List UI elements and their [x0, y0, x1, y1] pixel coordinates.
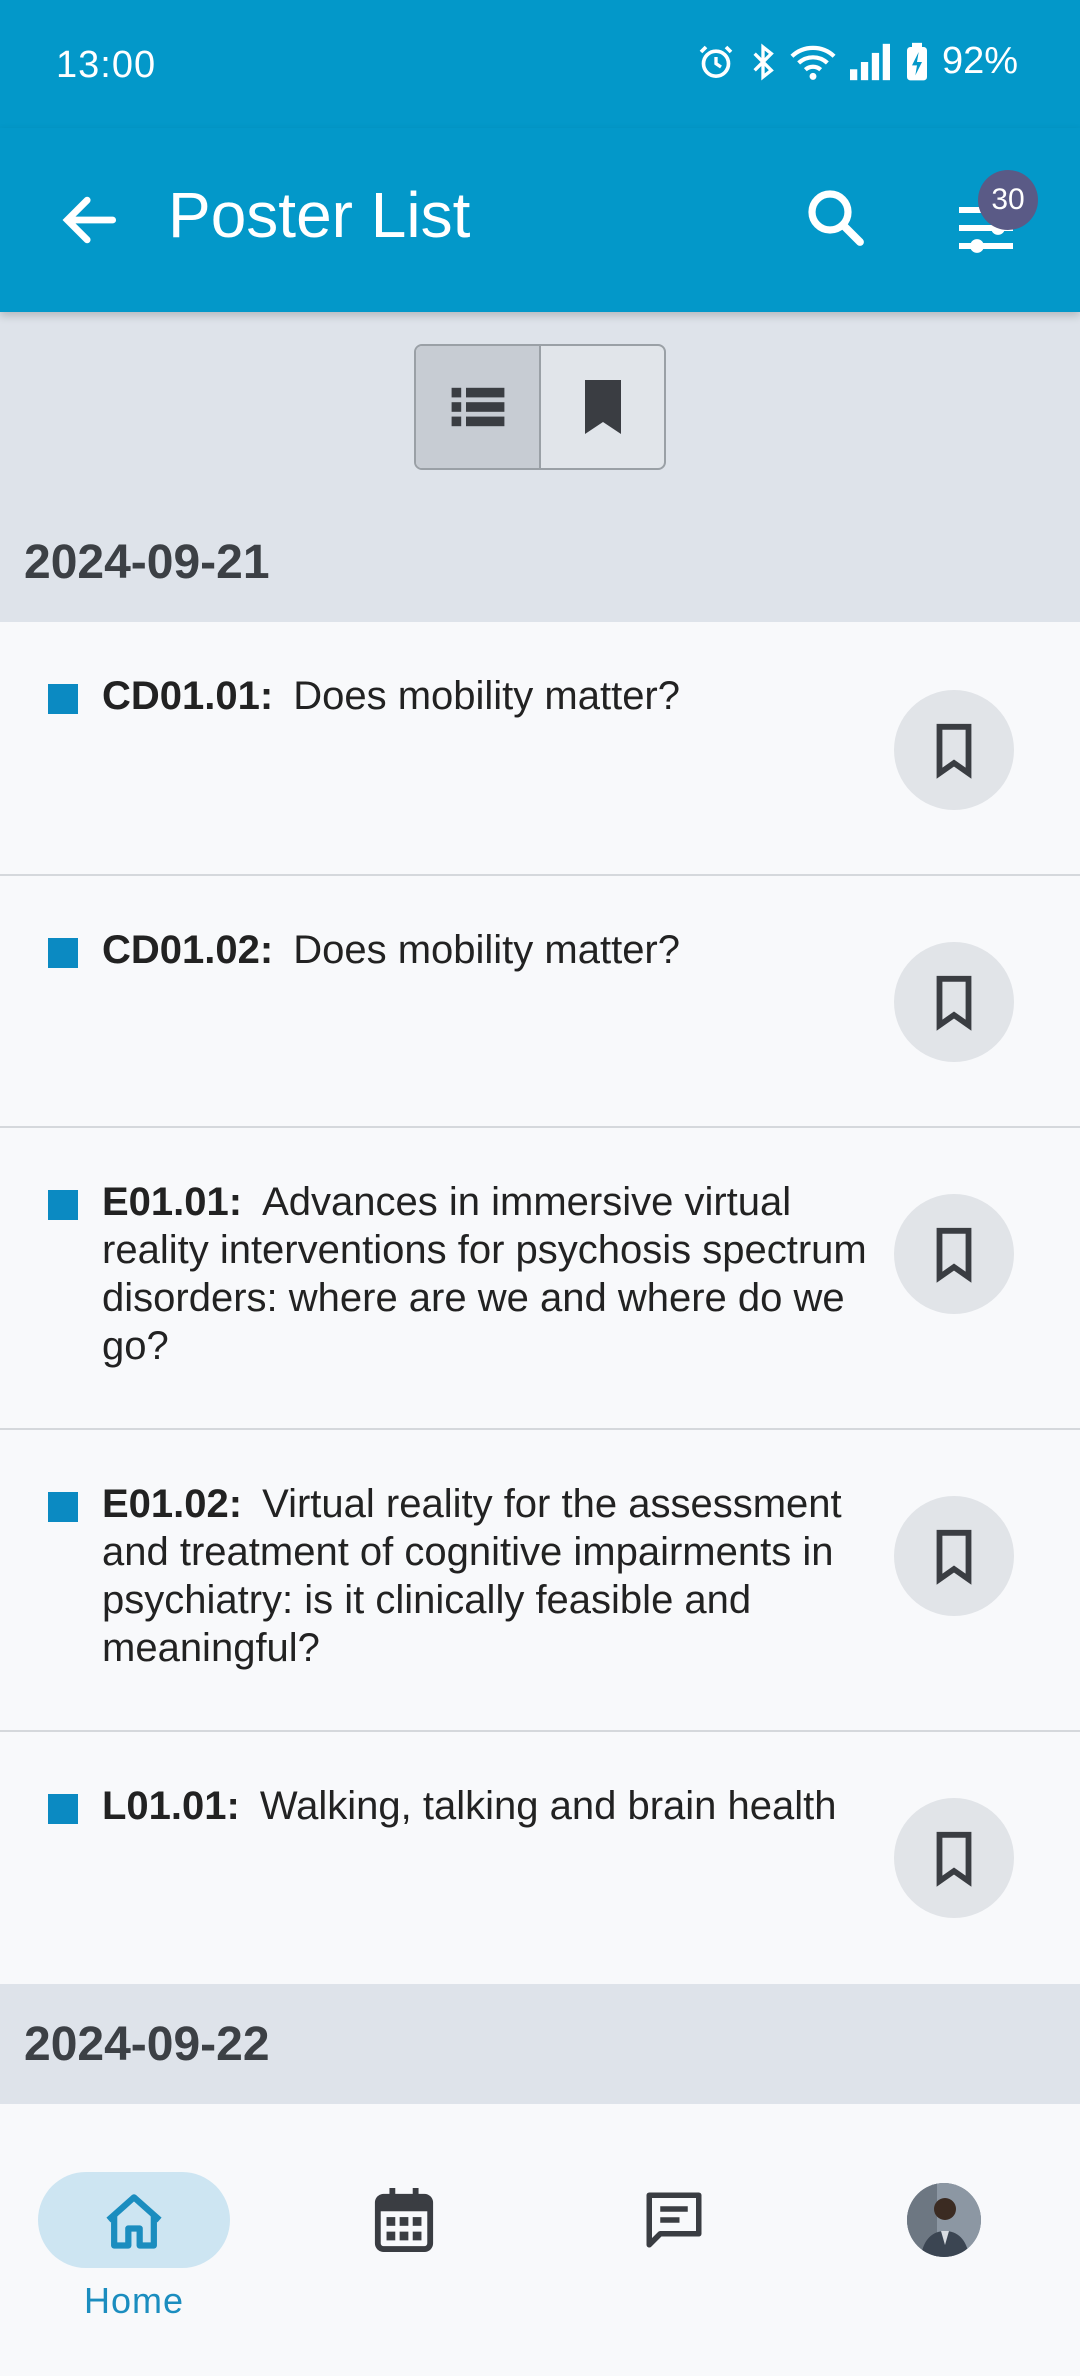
status-bar: 13:00 92% — [0, 0, 1080, 128]
nav-messages-indicator — [578, 2172, 770, 2268]
poster-title: Does mobility matter? — [293, 674, 680, 718]
date-header: 2024-09-21 — [0, 502, 1080, 622]
track-color-marker — [48, 938, 78, 968]
bluetooth-icon — [753, 43, 774, 80]
poster-code: E01.02: — [102, 1482, 243, 1526]
track-color-marker — [48, 1190, 78, 1220]
view-toggle — [414, 344, 666, 470]
chat-icon — [646, 2192, 702, 2248]
bookmark-button[interactable] — [894, 690, 1014, 810]
wifi-icon — [790, 45, 836, 80]
battery-charging-icon — [906, 42, 927, 80]
status-time: 13:00 — [56, 44, 157, 86]
poster-text: E01.02: Virtual reality for the assessmen… — [102, 1480, 872, 1672]
signal-icon — [849, 43, 890, 80]
arrow-back-icon — [62, 196, 117, 244]
nav-schedule-indicator — [308, 2172, 500, 2268]
nav-home-indicator — [38, 2172, 230, 2268]
poster-text: CD01.02: Does mobility matter? — [102, 926, 872, 974]
bookmark-outline-icon — [936, 1831, 972, 1887]
nav-home[interactable]: Home — [38, 2172, 230, 2322]
profile-photo — [907, 2183, 981, 2257]
poster-row[interactable]: CD01.02: Does mobility matter? — [0, 876, 1080, 1128]
poster-row[interactable]: E01.02: Virtual reality for the assessmen… — [0, 1430, 1080, 1732]
poster-list[interactable]: 2024-09-21 CD01.01: Does mobility matter?… — [0, 312, 1080, 2104]
date-header: 2024-09-22 — [0, 1984, 1080, 2104]
poster-text: L01.01: Walking, talking and brain health — [102, 1782, 872, 1830]
bookmark-filled-icon — [584, 380, 621, 434]
poster-code: CD01.02: — [102, 928, 274, 972]
bookmarked-posters-toggle[interactable] — [541, 346, 664, 468]
search-icon — [808, 190, 864, 246]
bookmark-outline-icon — [936, 1227, 972, 1283]
nav-home-label: Home — [83, 2280, 185, 2321]
home-icon — [106, 2194, 162, 2249]
bookmark-outline-icon — [936, 975, 972, 1031]
track-color-marker — [48, 1794, 78, 1824]
bookmark-button[interactable] — [894, 942, 1014, 1062]
poster-code: CD01.01: — [102, 674, 274, 718]
poster-text: CD01.01: Does mobility matter? — [102, 672, 872, 720]
list-icon — [451, 387, 504, 427]
calendar-icon — [374, 2188, 434, 2252]
all-posters-toggle[interactable] — [416, 346, 541, 468]
poster-row[interactable]: L01.01: Walking, talking and brain health — [0, 1732, 1080, 1984]
track-color-marker — [48, 684, 78, 714]
filter-count-badge: 30 — [978, 170, 1038, 230]
poster-title: Walking, talking and brain health — [259, 1784, 837, 1828]
nav-messages[interactable] — [578, 2172, 770, 2268]
track-color-marker — [48, 1492, 78, 1522]
back-button[interactable] — [56, 186, 124, 254]
page-title: Poster List — [168, 179, 471, 251]
nav-profile[interactable] — [848, 2172, 1040, 2268]
bookmark-outline-icon — [936, 723, 972, 779]
poster-row[interactable]: CD01.01: Does mobility matter? — [0, 622, 1080, 876]
nav-schedule[interactable] — [308, 2172, 500, 2268]
poster-text: E01.01: Advances in immersive virtual rea… — [102, 1178, 872, 1370]
avatar — [907, 2183, 981, 2257]
bookmark-button[interactable] — [894, 1194, 1014, 1314]
bookmark-button[interactable] — [894, 1496, 1014, 1616]
bookmark-button[interactable] — [894, 1798, 1014, 1918]
battery-percent: 92% — [941, 40, 1018, 82]
search-button[interactable] — [800, 182, 872, 254]
alarm-icon — [699, 45, 733, 78]
poster-code: E01.01: — [102, 1180, 243, 1224]
bookmark-outline-icon — [936, 1529, 972, 1585]
app-bar: Poster List — [0, 128, 1080, 312]
bottom-navigation: Home — [0, 2104, 1080, 2376]
poster-title: Does mobility matter? — [293, 928, 680, 972]
poster-row[interactable]: E01.01: Advances in immersive virtual rea… — [0, 1128, 1080, 1430]
status-icons: 92% — [696, 40, 1018, 83]
nav-profile-indicator — [848, 2172, 1040, 2268]
poster-code: L01.01: — [102, 1784, 240, 1828]
